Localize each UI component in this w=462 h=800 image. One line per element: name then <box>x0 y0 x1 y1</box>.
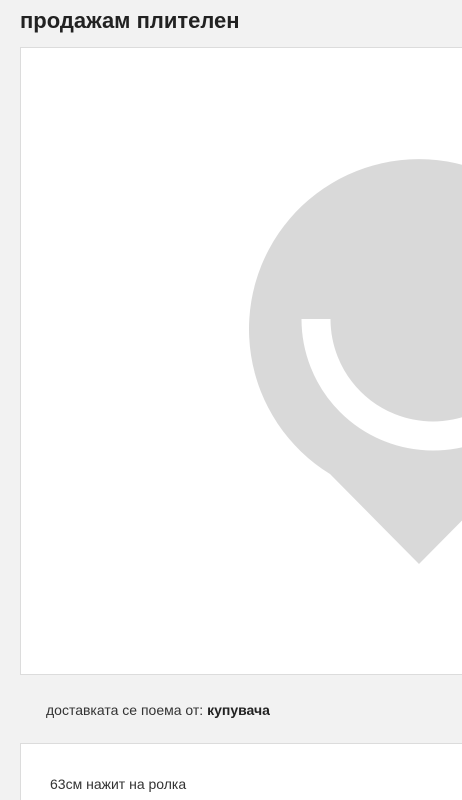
listing-title: продажам плителен <box>20 8 240 33</box>
delivery-label: доставката се поема от: <box>46 702 204 718</box>
listing-page: продажам плителен доставката се поема от… <box>0 0 462 800</box>
delivery-info: доставката се поема от: купувача <box>46 700 270 720</box>
placeholder-pin-icon <box>249 159 462 564</box>
description-text: 63см нажит на ролка <box>50 776 187 792</box>
description-card: 63см нажит на ролка <box>20 743 462 800</box>
delivery-value: купувача <box>207 702 270 718</box>
listing-image[interactable] <box>20 47 462 675</box>
